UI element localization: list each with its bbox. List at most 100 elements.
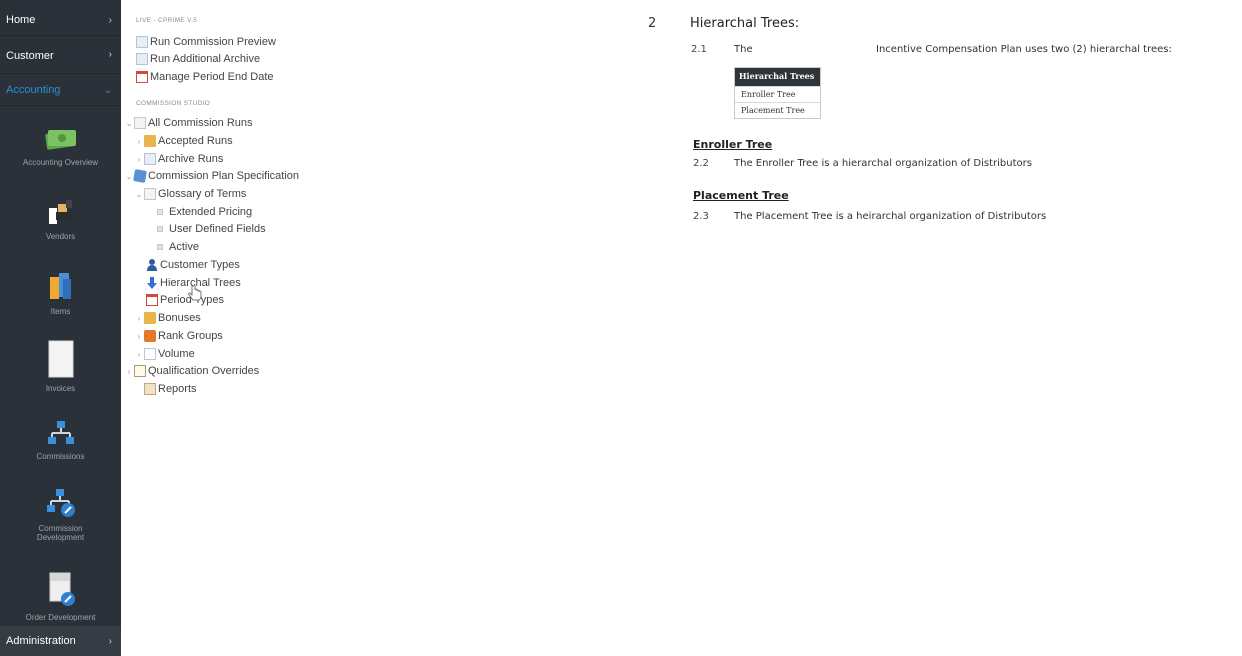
paragraph-number: 2.3 bbox=[693, 211, 709, 222]
nav-home-label: Home bbox=[6, 14, 36, 26]
commissions-tree-icon bbox=[47, 421, 74, 444]
section-label-commission-studio: COMMISSION STUDIO bbox=[136, 100, 211, 107]
volume-icon bbox=[144, 348, 156, 360]
chevron-right-icon: › bbox=[108, 49, 112, 60]
nav-item-label: Accounting Overview bbox=[22, 158, 99, 167]
nav-item-commissions[interactable]: Commissions bbox=[0, 420, 121, 461]
tree-item-commission-plan-specification[interactable]: ⌄ Commission Plan Specification bbox=[124, 168, 299, 184]
tree-item-label: User Defined Fields bbox=[169, 223, 266, 235]
tree-item-bonuses[interactable]: › Bonuses bbox=[134, 310, 201, 326]
table-row: Enroller Tree bbox=[735, 86, 820, 102]
paragraph-number: 2.2 bbox=[693, 158, 709, 169]
tree-item-customer-types[interactable]: Customer Types bbox=[146, 257, 240, 273]
bullet-icon bbox=[157, 244, 163, 250]
hierarchal-trees-table: Hierarchal Trees Enroller Tree Placement… bbox=[734, 67, 821, 119]
hand-cursor-icon bbox=[188, 285, 202, 301]
document-icon bbox=[136, 53, 148, 65]
section-label-live: LIVE - CPRIME V.5 bbox=[136, 17, 198, 24]
bullet-icon bbox=[157, 226, 163, 232]
tree-item-run-additional-archive[interactable]: Run Additional Archive bbox=[136, 51, 260, 67]
nav-customer[interactable]: Customer › bbox=[0, 38, 121, 74]
nav-item-vendors[interactable]: Vendors bbox=[0, 198, 121, 241]
qualification-icon bbox=[134, 365, 146, 377]
tree-item-label: Extended Pricing bbox=[169, 206, 253, 218]
tree-item-period-types[interactable]: Period Types bbox=[146, 292, 224, 308]
nav-item-label: Vendors bbox=[45, 232, 76, 241]
tree-item-label: Manage Period End Date bbox=[150, 71, 274, 83]
chevron-down-icon: ⌄ bbox=[103, 85, 112, 96]
collapse-icon[interactable]: ⌄ bbox=[134, 190, 144, 199]
nav-accounting[interactable]: Accounting ⌄ bbox=[0, 74, 121, 106]
tree-item-glossary-of-terms[interactable]: ⌄ Glossary of Terms bbox=[134, 186, 246, 202]
reports-icon bbox=[144, 383, 156, 395]
items-icon bbox=[49, 273, 71, 299]
nav-administration-label: Administration bbox=[6, 635, 76, 647]
section-title: Hierarchal Trees: bbox=[690, 16, 800, 31]
expand-icon[interactable]: › bbox=[134, 314, 144, 323]
nav-item-accounting-overview[interactable]: Accounting Overview bbox=[0, 124, 121, 167]
tree-item-label: Active bbox=[169, 241, 199, 253]
placement-tree-heading: Placement Tree bbox=[693, 189, 789, 202]
tree-item-label: All Commission Runs bbox=[148, 117, 253, 129]
bonuses-icon bbox=[144, 312, 156, 324]
tree-item-extended-pricing[interactable]: Extended Pricing bbox=[154, 204, 252, 220]
nav-item-label: Invoices bbox=[45, 384, 76, 393]
box-icon bbox=[134, 117, 146, 129]
glossary-icon bbox=[144, 188, 156, 200]
nav-item-order-development[interactable]: Order Development bbox=[0, 571, 121, 621]
tree-item-archive-runs[interactable]: › Archive Runs bbox=[134, 151, 223, 167]
bullet-icon bbox=[157, 209, 163, 215]
nav-item-label: Commission Development bbox=[36, 524, 85, 542]
expand-icon[interactable]: › bbox=[134, 332, 144, 341]
expand-icon[interactable]: › bbox=[124, 367, 134, 376]
left-nav: Home › Customer › Accounting ⌄ Accountin… bbox=[0, 0, 121, 656]
tree-item-run-commission-preview[interactable]: Run Commission Preview bbox=[136, 34, 276, 50]
tree-item-label: Commission Plan Specification bbox=[148, 170, 300, 182]
tree-item-user-defined-fields[interactable]: User Defined Fields bbox=[154, 221, 266, 237]
tree-item-manage-period-end-date[interactable]: Manage Period End Date bbox=[136, 69, 274, 85]
paragraph-number: 2.1 bbox=[691, 44, 707, 55]
collapse-icon[interactable]: ⌄ bbox=[124, 119, 134, 128]
tree-item-qualification-overrides[interactable]: › Qualification Overrides bbox=[124, 363, 259, 379]
expand-icon[interactable]: › bbox=[134, 350, 144, 359]
archive-icon bbox=[144, 153, 156, 165]
tree-item-reports[interactable]: Reports bbox=[134, 381, 197, 397]
enroller-tree-heading: Enroller Tree bbox=[693, 138, 773, 151]
tree-item-label: Qualification Overrides bbox=[148, 365, 260, 377]
calendar-icon bbox=[146, 294, 158, 306]
commission-tree-panel: LIVE - CPRIME V.5 Run Commission Preview… bbox=[121, 0, 621, 656]
tree-item-all-commission-runs[interactable]: ⌄ All Commission Runs bbox=[124, 115, 253, 131]
nav-customer-label: Customer bbox=[6, 50, 54, 62]
tree-item-label: Run Commission Preview bbox=[150, 36, 276, 48]
tree-item-volume[interactable]: › Volume bbox=[134, 346, 195, 362]
folder-icon bbox=[144, 135, 156, 147]
order-development-icon bbox=[49, 572, 75, 606]
tree-item-accepted-runs[interactable]: › Accepted Runs bbox=[134, 133, 233, 149]
tree-item-rank-groups[interactable]: › Rank Groups bbox=[134, 328, 223, 344]
tree-item-label: Run Additional Archive bbox=[150, 53, 261, 65]
nav-item-label: Commissions bbox=[36, 452, 85, 461]
document-content: 2 Hierarchal Trees: 2.1 The Incentive Co… bbox=[621, 0, 1242, 656]
tree-item-label: Bonuses bbox=[158, 312, 201, 324]
table-row: Placement Tree bbox=[735, 102, 820, 118]
arrow-down-icon bbox=[146, 277, 158, 289]
nav-item-items[interactable]: Items bbox=[0, 271, 121, 316]
document-icon bbox=[136, 36, 148, 48]
nav-item-label: Items bbox=[50, 307, 71, 316]
invoice-icon bbox=[48, 340, 73, 378]
chevron-right-icon: › bbox=[108, 636, 112, 647]
rank-icon bbox=[144, 330, 156, 342]
tree-item-label: Archive Runs bbox=[158, 153, 224, 165]
nav-item-commission-development[interactable]: Commission Development bbox=[0, 488, 121, 542]
nav-home[interactable]: Home › bbox=[0, 4, 121, 36]
commission-development-icon bbox=[46, 489, 75, 517]
nav-item-invoices[interactable]: Invoices bbox=[0, 340, 121, 393]
section-number: 2 bbox=[648, 16, 657, 31]
paragraph-text: The Placement Tree is a heirarchal organ… bbox=[734, 211, 1047, 222]
nav-administration[interactable]: Administration › bbox=[0, 626, 121, 656]
tree-item-label: Glossary of Terms bbox=[158, 188, 247, 200]
expand-icon[interactable]: › bbox=[134, 137, 144, 146]
expand-icon[interactable]: › bbox=[134, 155, 144, 164]
tree-item-label: Rank Groups bbox=[158, 330, 223, 342]
tree-item-active[interactable]: Active bbox=[154, 239, 199, 255]
